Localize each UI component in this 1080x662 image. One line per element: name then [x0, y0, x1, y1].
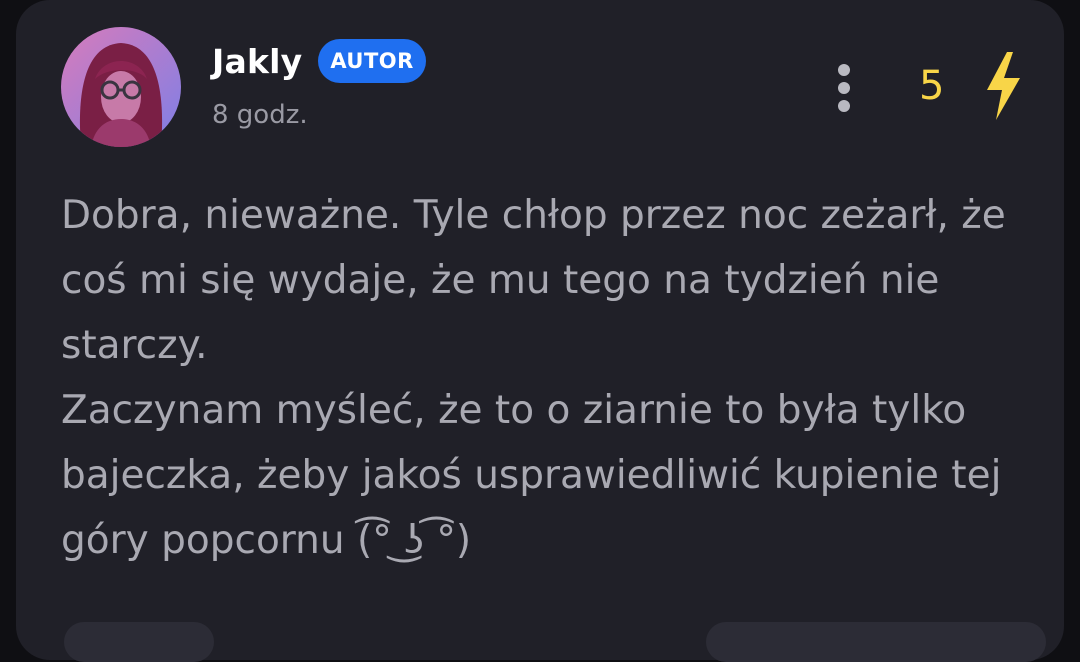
more-options-button[interactable] [828, 62, 860, 114]
author-info: Jakly AUTOR [212, 38, 426, 84]
avatar-image [61, 27, 181, 147]
more-vertical-icon [838, 64, 850, 112]
upvote-button[interactable] [982, 50, 1024, 122]
avatar[interactable] [61, 27, 181, 147]
author-name[interactable]: Jakly [212, 42, 302, 81]
comment-card: Jakly AUTOR 8 godz. 5 Dobra, nieważne. T… [16, 0, 1064, 662]
author-badge: AUTOR [318, 39, 426, 83]
comment-timestamp: 8 godz. [212, 100, 308, 130]
comment-paragraph: Dobra, nieważne. Tyle chłop przez noc ze… [61, 193, 1006, 368]
score-count: 5 [919, 63, 945, 109]
comment-body: Dobra, nieważne. Tyle chłop przez noc ze… [61, 183, 1061, 573]
action-button[interactable] [706, 622, 1046, 662]
action-button[interactable] [64, 622, 214, 662]
lightning-bolt-icon [987, 52, 1020, 120]
comment-paragraph: Zaczynam myśleć, że to o ziarnie to była… [61, 388, 1002, 563]
